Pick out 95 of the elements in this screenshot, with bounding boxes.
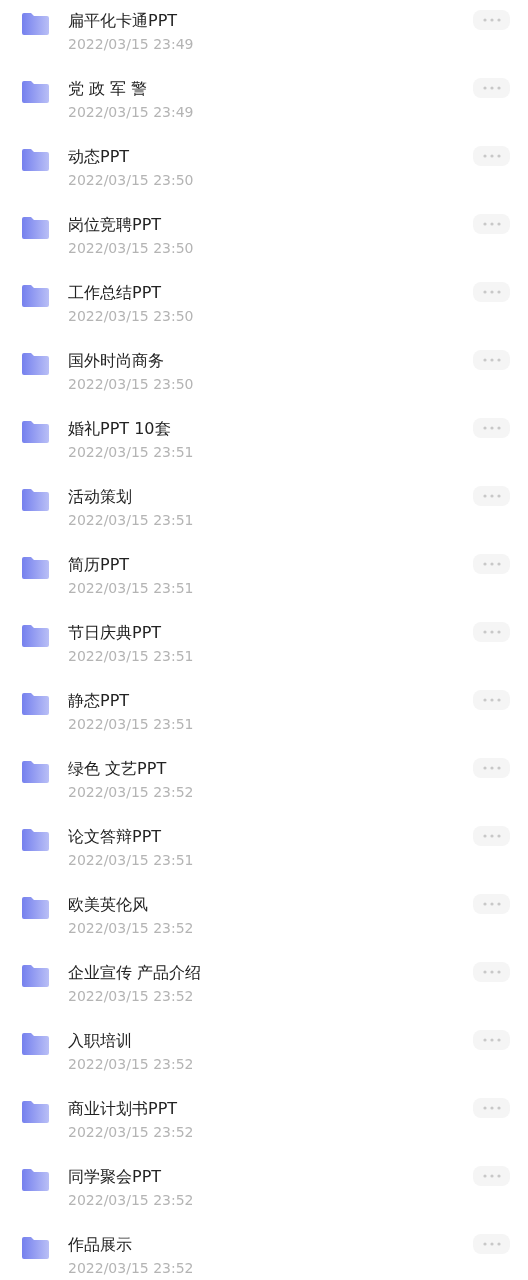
more-icon	[482, 562, 501, 566]
more-button[interactable]	[473, 554, 510, 574]
more-button[interactable]	[473, 78, 510, 98]
folder-name: 节日庆典PPT	[68, 622, 163, 644]
folder-icon	[22, 625, 49, 647]
folder-name: 绿色 文艺PPT	[68, 758, 168, 780]
more-button[interactable]	[473, 622, 510, 642]
more-icon	[482, 970, 501, 974]
folder-date: 2022/03/15 23:51	[68, 647, 195, 666]
more-button[interactable]	[473, 282, 510, 302]
folder-icon	[22, 965, 49, 987]
more-icon	[482, 358, 501, 362]
more-button[interactable]	[473, 758, 510, 778]
more-icon	[482, 766, 501, 770]
more-icon	[482, 290, 501, 294]
folder-name: 企业宣传 产品介绍	[68, 962, 203, 984]
folder-date: 2022/03/15 23:50	[68, 239, 195, 258]
folder-date: 2022/03/15 23:51	[68, 443, 195, 462]
folder-date: 2022/03/15 23:51	[68, 579, 195, 598]
folder-date: 2022/03/15 23:52	[68, 1259, 195, 1278]
more-icon	[482, 1038, 501, 1042]
more-icon	[482, 834, 501, 838]
folder-icon	[22, 285, 49, 307]
more-button[interactable]	[473, 826, 510, 846]
folder-date: 2022/03/15 23:51	[68, 851, 195, 870]
folder-date: 2022/03/15 23:49	[68, 35, 195, 54]
more-icon	[482, 902, 501, 906]
folder-name: 婚礼PPT 10套	[68, 418, 172, 440]
more-icon	[482, 86, 501, 90]
more-icon	[482, 426, 501, 430]
folder-date: 2022/03/15 23:50	[68, 375, 195, 394]
folder-icon	[22, 1237, 49, 1259]
folder-date: 2022/03/15 23:52	[68, 987, 195, 1006]
more-button[interactable]	[473, 350, 510, 370]
folder-icon	[22, 761, 49, 783]
more-icon	[482, 154, 501, 158]
folder-name: 欧美英伦风	[68, 894, 149, 916]
folder-name: 动态PPT	[68, 146, 131, 168]
folder-name: 工作总结PPT	[68, 282, 163, 304]
folder-icon	[22, 421, 49, 443]
more-button[interactable]	[473, 146, 510, 166]
more-button[interactable]	[473, 1030, 510, 1050]
more-icon	[482, 1242, 501, 1246]
folder-date: 2022/03/15 23:49	[68, 103, 195, 122]
more-button[interactable]	[473, 1098, 510, 1118]
folder-icon	[22, 829, 49, 851]
more-icon	[482, 1174, 501, 1178]
folder-name: 简历PPT	[68, 554, 131, 576]
folder-name: 商业计划书PPT	[68, 1098, 179, 1120]
folder-icon	[22, 353, 49, 375]
folder-date: 2022/03/15 23:50	[68, 171, 195, 190]
folder-icon	[22, 217, 49, 239]
folder-icon	[22, 897, 49, 919]
more-icon	[482, 494, 501, 498]
folder-date: 2022/03/15 23:50	[68, 307, 195, 326]
folder-name: 岗位竞聘PPT	[68, 214, 163, 236]
more-button[interactable]	[473, 894, 510, 914]
folder-icon	[22, 81, 49, 103]
more-button[interactable]	[473, 418, 510, 438]
folder-name: 入职培训	[68, 1030, 133, 1052]
more-button[interactable]	[473, 1234, 510, 1254]
folder-date: 2022/03/15 23:52	[68, 1191, 195, 1210]
folder-name: 静态PPT	[68, 690, 131, 712]
folder-icon	[22, 1101, 49, 1123]
folder-name: 国外时尚商务	[68, 350, 165, 372]
folder-date: 2022/03/15 23:52	[68, 1123, 195, 1142]
folder-name: 党 政 军 警	[68, 78, 149, 100]
folder-date: 2022/03/15 23:51	[68, 715, 195, 734]
folder-name: 同学聚会PPT	[68, 1166, 163, 1188]
folder-name: 论文答辩PPT	[68, 826, 163, 848]
folder-icon	[22, 693, 49, 715]
more-icon	[482, 18, 501, 22]
more-button[interactable]	[473, 10, 510, 30]
more-icon	[482, 1106, 501, 1110]
folder-icon	[22, 557, 49, 579]
folder-name: 活动策划	[68, 486, 133, 508]
folder-date: 2022/03/15 23:52	[68, 1055, 195, 1074]
more-button[interactable]	[473, 486, 510, 506]
folder-icon	[22, 489, 49, 511]
more-icon	[482, 630, 501, 634]
folder-name: 扁平化卡通PPT	[68, 10, 179, 32]
folder-date: 2022/03/15 23:52	[68, 919, 195, 938]
folder-icon	[22, 1169, 49, 1191]
more-button[interactable]	[473, 690, 510, 710]
folder-date: 2022/03/15 23:52	[68, 783, 195, 802]
folder-icon	[22, 13, 49, 35]
folder-name: 作品展示	[68, 1234, 133, 1256]
folder-icon	[22, 149, 49, 171]
more-button[interactable]	[473, 1166, 510, 1186]
more-icon	[482, 222, 501, 226]
folder-icon	[22, 1033, 49, 1055]
more-button[interactable]	[473, 962, 510, 982]
more-icon	[482, 698, 501, 702]
more-button[interactable]	[473, 214, 510, 234]
folder-date: 2022/03/15 23:51	[68, 511, 195, 530]
